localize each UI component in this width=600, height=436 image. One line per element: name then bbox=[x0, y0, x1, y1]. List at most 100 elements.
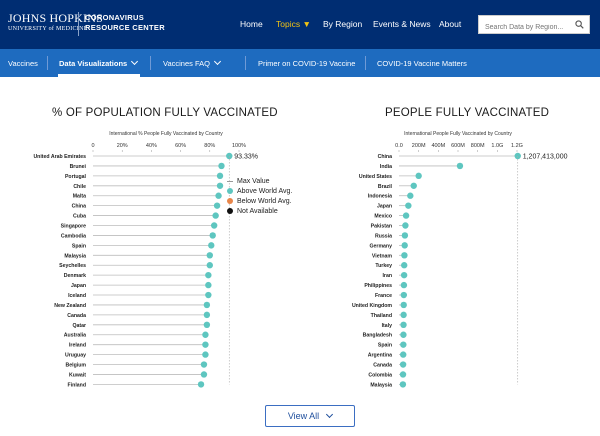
category-label: Qatar bbox=[72, 323, 86, 329]
category-label: Chile bbox=[73, 184, 86, 190]
category-label: Denmark bbox=[64, 273, 86, 279]
data-point bbox=[216, 172, 224, 180]
legend-above: Above World Avg. bbox=[227, 186, 292, 196]
category-label: Mexico bbox=[374, 214, 392, 220]
subnav-separator bbox=[47, 56, 48, 70]
data-point bbox=[400, 311, 407, 319]
data-point bbox=[200, 371, 208, 378]
subnav-data-visualizations[interactable]: Data Visualizations bbox=[59, 57, 139, 68]
subnav-vaccines-faq-label: Vaccines FAQ bbox=[163, 59, 210, 68]
orange-dot-icon bbox=[227, 198, 233, 204]
chart-title-percent: % OF POPULATION FULLY VACCINATED bbox=[52, 107, 278, 119]
subnav-vaccine-matters[interactable]: COVID-19 Vaccine Matters bbox=[377, 59, 467, 68]
category-label: Australia bbox=[64, 333, 86, 339]
data-point bbox=[212, 212, 219, 219]
category-label: United States bbox=[359, 174, 392, 180]
data-point bbox=[400, 301, 407, 309]
category-label: Singapore bbox=[61, 224, 86, 230]
data-point bbox=[205, 291, 212, 299]
data-point bbox=[456, 162, 464, 170]
data-point bbox=[415, 172, 422, 180]
data-point bbox=[407, 192, 414, 199]
view-all-button[interactable]: View All bbox=[265, 405, 355, 427]
category-label: Ireland bbox=[69, 343, 86, 349]
percent-vaccinated-chart: International % People Fully Vaccinated … bbox=[33, 131, 258, 388]
category-label: Italy bbox=[382, 323, 392, 329]
data-point bbox=[218, 162, 225, 170]
category-label: China bbox=[378, 154, 393, 160]
category-label: Malaysia bbox=[64, 253, 86, 259]
logo-divider bbox=[78, 12, 79, 36]
x-tick-label: 0 bbox=[91, 143, 94, 149]
data-point bbox=[215, 192, 222, 199]
max-value-label: 1,207,413,000 bbox=[523, 154, 568, 161]
category-label: India bbox=[380, 164, 392, 170]
data-point bbox=[400, 321, 407, 329]
data-point bbox=[213, 202, 221, 209]
data-point bbox=[209, 232, 216, 239]
category-label: Cambodia bbox=[61, 233, 86, 239]
category-label: Canada bbox=[373, 363, 392, 369]
subnav-vaccines[interactable]: Vaccines bbox=[8, 59, 38, 68]
nav-about[interactable]: About bbox=[439, 19, 461, 29]
category-label: Bangladesh bbox=[363, 333, 392, 339]
category-label: Iceland bbox=[68, 293, 86, 299]
x-tick-label: 20% bbox=[117, 143, 128, 149]
legend-below-label: Below World Avg. bbox=[237, 197, 292, 205]
x-tick-label: 60% bbox=[175, 143, 186, 149]
nav-by-region[interactable]: By Region bbox=[323, 19, 362, 29]
search-icon[interactable] bbox=[575, 20, 584, 29]
data-point bbox=[405, 202, 412, 209]
subnav-separator bbox=[365, 56, 366, 70]
nav-home[interactable]: Home bbox=[240, 19, 263, 29]
dashed-line-icon bbox=[227, 180, 233, 182]
category-label: United Arab Emirates bbox=[33, 154, 86, 160]
category-label: Spain bbox=[72, 243, 86, 249]
category-label: Belgium bbox=[66, 363, 87, 369]
data-point bbox=[205, 281, 212, 289]
crc-logo[interactable]: CORONAVIRUS RESOURCE CENTER bbox=[85, 13, 165, 33]
data-point bbox=[400, 341, 407, 348]
legend-max: Max Value bbox=[227, 176, 292, 186]
category-label: Malaysia bbox=[370, 382, 392, 388]
category-label: Pakistan bbox=[371, 224, 392, 230]
subnav-separator bbox=[150, 56, 151, 70]
category-label: Cuba bbox=[73, 214, 86, 220]
data-point bbox=[399, 381, 407, 388]
category-label: Thailand bbox=[371, 313, 392, 319]
subnav-primer[interactable]: Primer on COVID-19 Vaccine bbox=[258, 59, 355, 68]
data-point bbox=[400, 281, 408, 289]
category-label: Vietnam bbox=[372, 253, 392, 259]
nav-events-news[interactable]: Events & News bbox=[373, 19, 431, 29]
max-value-label: 93.33% bbox=[234, 154, 258, 161]
subnav-separator bbox=[245, 56, 246, 70]
category-label: Japan bbox=[71, 283, 86, 289]
view-all-label: View All bbox=[287, 411, 320, 421]
data-point bbox=[400, 271, 408, 279]
legend-max-label: Max Value bbox=[237, 177, 270, 185]
data-point bbox=[203, 321, 211, 329]
data-point bbox=[400, 331, 407, 338]
data-point bbox=[206, 262, 213, 269]
subnav-data-visualizations-label: Data Visualizations bbox=[59, 59, 128, 68]
data-point bbox=[203, 301, 211, 309]
category-label: Japan bbox=[377, 204, 392, 210]
category-label: Russia bbox=[375, 233, 392, 239]
search-box[interactable] bbox=[478, 15, 590, 36]
category-label: Kuwait bbox=[69, 372, 86, 378]
data-point bbox=[401, 262, 408, 269]
search-input[interactable] bbox=[479, 19, 571, 36]
category-label: Spain bbox=[378, 343, 392, 349]
data-point bbox=[400, 291, 408, 299]
category-label: Uruguay bbox=[65, 353, 86, 359]
nav-topics[interactable]: Topics ▼ bbox=[276, 19, 311, 29]
x-tick-label: 1.0G bbox=[491, 143, 503, 149]
category-label: Canada bbox=[67, 313, 86, 319]
chart-title-people: PEOPLE FULLY VACCINATED bbox=[385, 107, 550, 119]
x-tick-label: 80% bbox=[204, 143, 215, 149]
x-tick-label: 200M bbox=[412, 143, 426, 149]
subnav-vaccines-faq[interactable]: Vaccines FAQ bbox=[163, 57, 222, 68]
people-vaccinated-chart: International People Fully Vaccinated by… bbox=[352, 131, 568, 388]
category-label: Malta bbox=[73, 194, 86, 200]
category-label: Finland bbox=[68, 382, 86, 388]
